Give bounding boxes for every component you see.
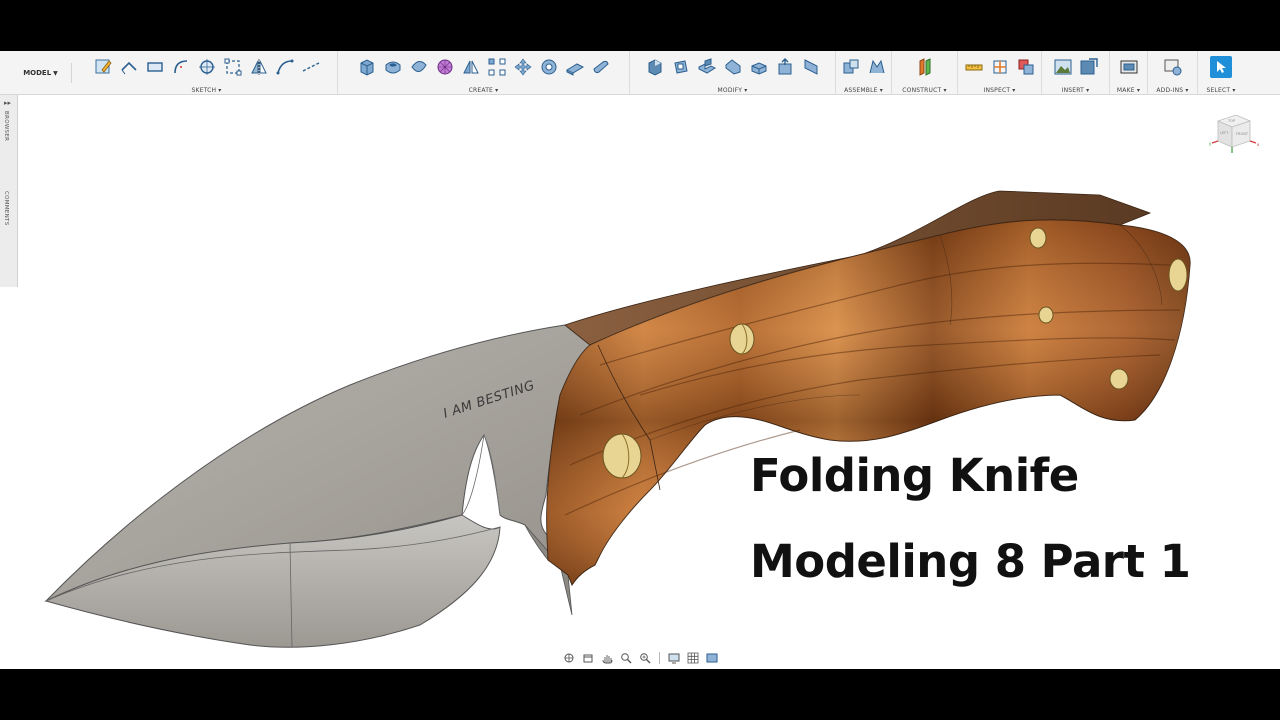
scripts-icon[interactable] [1162, 56, 1184, 78]
interference-icon[interactable] [1015, 56, 1037, 78]
trim-icon[interactable] [222, 56, 244, 78]
make-label: MAKE [1116, 87, 1135, 94]
print-3d-icon[interactable] [1118, 56, 1140, 78]
align-icon[interactable] [774, 56, 796, 78]
modify-menu[interactable]: MODIFY ▾ [630, 87, 835, 94]
addins-group: ADD-INS ▾ [1148, 51, 1198, 95]
shell-icon[interactable] [696, 56, 718, 78]
assemble-menu[interactable]: ASSEMBLE ▾ [836, 87, 891, 94]
sketch-group: SKETCH ▾ [76, 51, 338, 95]
chamfer-icon[interactable] [722, 56, 744, 78]
fusion-app-window: MODEL ▼ SKETCH ▾ CREATE ▾ MODIFY ▾ ASSEM… [0, 51, 1280, 669]
extrude-icon[interactable] [564, 56, 586, 78]
insert-group: INSERT ▾ [1042, 51, 1110, 95]
create-label: CREATE [468, 87, 494, 94]
modify-group: MODIFY ▾ [630, 51, 836, 95]
modify-label: MODIFY [717, 87, 743, 94]
main-toolbar: MODEL ▼ SKETCH ▾ CREATE ▾ MODIFY ▾ ASSEM… [0, 51, 1280, 95]
fit-icon[interactable] [637, 651, 653, 665]
select-group: SELECT ▾ [1198, 51, 1244, 95]
addins-label: ADD-INS [1156, 87, 1184, 94]
viewports-icon[interactable] [704, 651, 720, 665]
make-group: MAKE ▾ [1110, 51, 1148, 95]
create-sketch-icon[interactable] [92, 56, 114, 78]
arc-icon[interactable] [170, 56, 192, 78]
video-title-line2: Modeling 8 Part 1 [750, 535, 1191, 588]
create-menu[interactable]: CREATE ▾ [338, 87, 629, 94]
sketch-menu[interactable]: SKETCH ▾ [76, 87, 337, 94]
navigation-bar [557, 649, 723, 667]
select-label: SELECT [1206, 87, 1231, 94]
inspect-group: INSPECT ▾ [958, 51, 1042, 95]
create-group: CREATE ▾ [338, 51, 630, 95]
split-face-icon[interactable] [748, 56, 770, 78]
display-settings-icon[interactable] [666, 651, 682, 665]
insert-mesh-icon[interactable] [1078, 56, 1100, 78]
section-icon[interactable] [989, 56, 1011, 78]
offset-plane-icon[interactable] [914, 56, 936, 78]
video-frame: MODEL ▼ SKETCH ▾ CREATE ▾ MODIFY ▾ ASSEM… [0, 0, 1280, 720]
rectangle-icon[interactable] [144, 56, 166, 78]
spline-icon[interactable] [274, 56, 296, 78]
mirror-body-icon[interactable] [460, 56, 482, 78]
loft-icon[interactable] [408, 56, 430, 78]
insert-label: INSERT [1061, 87, 1085, 94]
press-pull-icon[interactable] [644, 56, 666, 78]
select-menu[interactable]: SELECT ▾ [1198, 87, 1244, 94]
pattern-icon[interactable] [486, 56, 508, 78]
torus-icon[interactable] [538, 56, 560, 78]
insert-menu[interactable]: INSERT ▾ [1042, 87, 1109, 94]
sphere-form-icon[interactable] [434, 56, 456, 78]
new-component-icon[interactable] [840, 56, 862, 78]
construct-menu[interactable]: CONSTRUCT ▾ [892, 87, 957, 94]
zoom-icon[interactable] [618, 651, 634, 665]
joint-icon[interactable] [866, 56, 888, 78]
chevron-down-icon: ▼ [53, 69, 58, 77]
scale-icon[interactable] [800, 56, 822, 78]
grid-settings-icon[interactable] [685, 651, 701, 665]
workspace-mode-dropdown[interactable]: MODEL ▼ [10, 63, 72, 83]
construct-group: CONSTRUCT ▾ [892, 51, 958, 95]
sketch-label: SKETCH [191, 87, 217, 94]
pan-icon[interactable] [599, 651, 615, 665]
construction-line-icon[interactable] [300, 56, 322, 78]
insert-image-icon[interactable] [1052, 56, 1074, 78]
addins-menu[interactable]: ADD-INS ▾ [1148, 87, 1197, 94]
workspace-mode-label: MODEL [23, 69, 52, 77]
assemble-group: ASSEMBLE ▾ [836, 51, 892, 95]
inspect-label: INSPECT [983, 87, 1011, 94]
hole-icon[interactable] [382, 56, 404, 78]
make-menu[interactable]: MAKE ▾ [1110, 87, 1147, 94]
fillet-icon[interactable] [670, 56, 692, 78]
circle-icon[interactable] [196, 56, 218, 78]
mirror-icon[interactable] [248, 56, 270, 78]
line-icon[interactable] [118, 56, 140, 78]
divider [659, 652, 660, 664]
look-at-icon[interactable] [580, 651, 596, 665]
construct-label: CONSTRUCT [902, 87, 942, 94]
assemble-label: ASSEMBLE [844, 87, 878, 94]
orbit-icon[interactable] [561, 651, 577, 665]
cylinder-icon[interactable] [590, 56, 612, 78]
measure-icon[interactable] [963, 56, 985, 78]
move-icon[interactable] [512, 56, 534, 78]
select-arrow-icon[interactable] [1210, 56, 1232, 78]
inspect-menu[interactable]: INSPECT ▾ [958, 87, 1041, 94]
video-title-line1: Folding Knife [750, 449, 1079, 502]
box-icon[interactable] [356, 56, 378, 78]
